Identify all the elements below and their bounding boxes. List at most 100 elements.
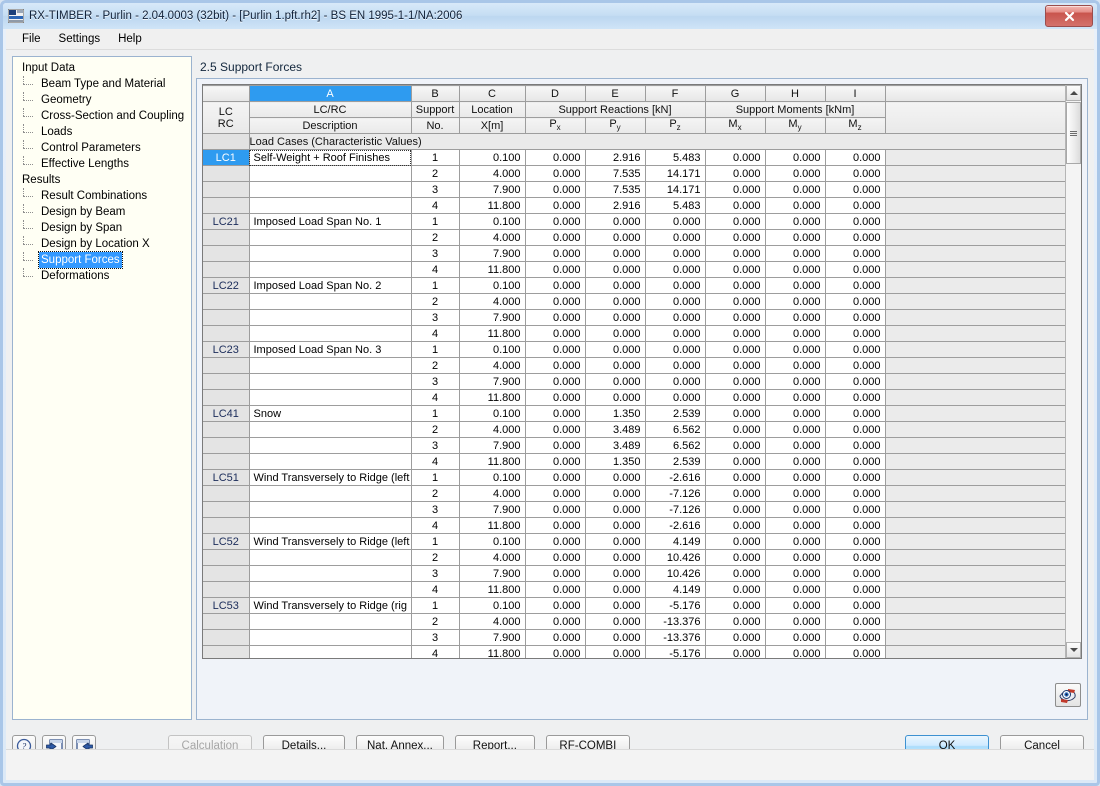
cell-py[interactable]: 0.000: [585, 389, 646, 406]
cell-description[interactable]: Wind Transversely to Ridge (rig: [249, 597, 412, 614]
cell-px[interactable]: 0.000: [525, 245, 586, 262]
cell-my[interactable]: 0.000: [765, 245, 826, 262]
navigation-tree[interactable]: Input Data Beam Type and Material Geometry…: [12, 56, 192, 720]
column-header-I[interactable]: I: [825, 85, 886, 102]
table-row[interactable]: 4 11.800 0.000 0.000 -5.176 0.000 0.000 0.000: [203, 645, 1081, 658]
cell-description[interactable]: [249, 613, 412, 630]
cell-py[interactable]: 0.000: [585, 517, 646, 534]
cell-mx[interactable]: 0.000: [705, 293, 766, 310]
cell-location-x[interactable]: 7.900: [459, 309, 526, 326]
cell-support-no[interactable]: 4: [411, 325, 460, 342]
table-row[interactable]: 2 4.000 0.000 0.000 -7.126 0.000 0.000 0.000: [203, 485, 1081, 502]
cell-py[interactable]: 2.916: [585, 149, 646, 166]
cell-pz[interactable]: 10.426: [645, 565, 706, 582]
cell-lc[interactable]: [203, 325, 250, 342]
cell-lc[interactable]: [203, 293, 250, 310]
cell-px[interactable]: 0.000: [525, 485, 586, 502]
cell-location-x[interactable]: 7.900: [459, 437, 526, 454]
column-header-D[interactable]: D: [525, 85, 586, 102]
cell-py[interactable]: 0.000: [585, 581, 646, 598]
cell-py[interactable]: 0.000: [585, 261, 646, 278]
cell-description[interactable]: [249, 165, 412, 182]
cell-description[interactable]: [249, 453, 412, 470]
cell-location-x[interactable]: 0.100: [459, 213, 526, 230]
table-row[interactable]: 3 7.900 0.000 0.000 0.000 0.000 0.000 0.000: [203, 309, 1081, 326]
tree-item-loads[interactable]: Loads: [17, 124, 191, 140]
cell-mx[interactable]: 0.000: [705, 437, 766, 454]
cell-location-x[interactable]: 7.900: [459, 181, 526, 198]
cell-pz[interactable]: 0.000: [645, 293, 706, 310]
cell-location-x[interactable]: 4.000: [459, 357, 526, 374]
cell-px[interactable]: 0.000: [525, 581, 586, 598]
cell-py[interactable]: 0.000: [585, 629, 646, 646]
cell-px[interactable]: 0.000: [525, 533, 586, 550]
cell-mx[interactable]: 0.000: [705, 309, 766, 326]
cell-py[interactable]: 0.000: [585, 309, 646, 326]
cell-my[interactable]: 0.000: [765, 533, 826, 550]
cell-lc[interactable]: LC53: [203, 597, 250, 614]
cell-px[interactable]: 0.000: [525, 181, 586, 198]
cell-my[interactable]: 0.000: [765, 581, 826, 598]
cell-location-x[interactable]: 0.100: [459, 405, 526, 422]
cell-lc[interactable]: [203, 453, 250, 470]
cell-my[interactable]: 0.000: [765, 485, 826, 502]
cell-description[interactable]: Imposed Load Span No. 2: [249, 277, 412, 294]
cell-location-x[interactable]: 4.000: [459, 421, 526, 438]
scroll-down-button[interactable]: [1066, 642, 1081, 658]
cell-my[interactable]: 0.000: [765, 341, 826, 358]
cell-py[interactable]: 0.000: [585, 357, 646, 374]
cell-my[interactable]: 0.000: [765, 597, 826, 614]
cell-support-no[interactable]: 3: [411, 629, 460, 646]
cell-description[interactable]: [249, 549, 412, 566]
cell-pz[interactable]: 2.539: [645, 453, 706, 470]
cell-description[interactable]: [249, 325, 412, 342]
cell-my[interactable]: 0.000: [765, 421, 826, 438]
cell-lc[interactable]: LC51: [203, 469, 250, 486]
cell-mz[interactable]: 0.000: [825, 581, 886, 598]
table-row[interactable]: LC1 Self-Weight + Roof Finishes 1 0.100 0.00…: [203, 149, 1081, 166]
menu-item-settings[interactable]: Settings: [50, 30, 110, 48]
cell-mz[interactable]: 0.000: [825, 245, 886, 262]
cell-py[interactable]: 0.000: [585, 533, 646, 550]
table-row[interactable]: 3 7.900 0.000 0.000 -13.376 0.000 0.000 0.000: [203, 629, 1081, 646]
cell-lc[interactable]: [203, 229, 250, 246]
cell-mx[interactable]: 0.000: [705, 565, 766, 582]
cell-location-x[interactable]: 4.000: [459, 293, 526, 310]
tree-item-deformations[interactable]: Deformations: [17, 268, 191, 284]
cell-mx[interactable]: 0.000: [705, 549, 766, 566]
cell-pz[interactable]: 4.149: [645, 533, 706, 550]
cell-px[interactable]: 0.000: [525, 165, 586, 182]
cell-location-x[interactable]: 0.100: [459, 149, 526, 166]
table-row[interactable]: LC53 Wind Transversely to Ridge (rig 1 0.10…: [203, 597, 1081, 614]
cell-mx[interactable]: 0.000: [705, 341, 766, 358]
cell-px[interactable]: 0.000: [525, 261, 586, 278]
cell-location-x[interactable]: 4.000: [459, 165, 526, 182]
cell-lc[interactable]: [203, 485, 250, 502]
table-row[interactable]: LC52 Wind Transversely to Ridge (left 1 0.1…: [203, 533, 1081, 550]
cell-support-no[interactable]: 2: [411, 549, 460, 566]
cell-support-no[interactable]: 3: [411, 565, 460, 582]
cell-lc[interactable]: [203, 389, 250, 406]
cell-mx[interactable]: 0.000: [705, 645, 766, 658]
cell-support-no[interactable]: 4: [411, 389, 460, 406]
cell-py[interactable]: 0.000: [585, 549, 646, 566]
cell-description[interactable]: [249, 197, 412, 214]
cell-lc[interactable]: [203, 309, 250, 326]
table-row[interactable]: 4 11.800 0.000 0.000 0.000 0.000 0.000 0.000: [203, 261, 1081, 278]
table-row[interactable]: 3 7.900 0.000 0.000 0.000 0.000 0.000 0.000: [203, 245, 1081, 262]
cell-mz[interactable]: 0.000: [825, 389, 886, 406]
cell-location-x[interactable]: 11.800: [459, 581, 526, 598]
cell-mx[interactable]: 0.000: [705, 533, 766, 550]
cell-px[interactable]: 0.000: [525, 597, 586, 614]
cell-lc[interactable]: LC23: [203, 341, 250, 358]
cell-description[interactable]: [249, 421, 412, 438]
cell-mz[interactable]: 0.000: [825, 613, 886, 630]
cell-py[interactable]: 0.000: [585, 565, 646, 582]
cell-py[interactable]: 7.535: [585, 181, 646, 198]
cell-pz[interactable]: -2.616: [645, 517, 706, 534]
cell-my[interactable]: 0.000: [765, 469, 826, 486]
cell-mz[interactable]: 0.000: [825, 437, 886, 454]
cell-location-x[interactable]: 11.800: [459, 645, 526, 658]
cell-mz[interactable]: 0.000: [825, 149, 886, 166]
cell-support-no[interactable]: 1: [411, 341, 460, 358]
